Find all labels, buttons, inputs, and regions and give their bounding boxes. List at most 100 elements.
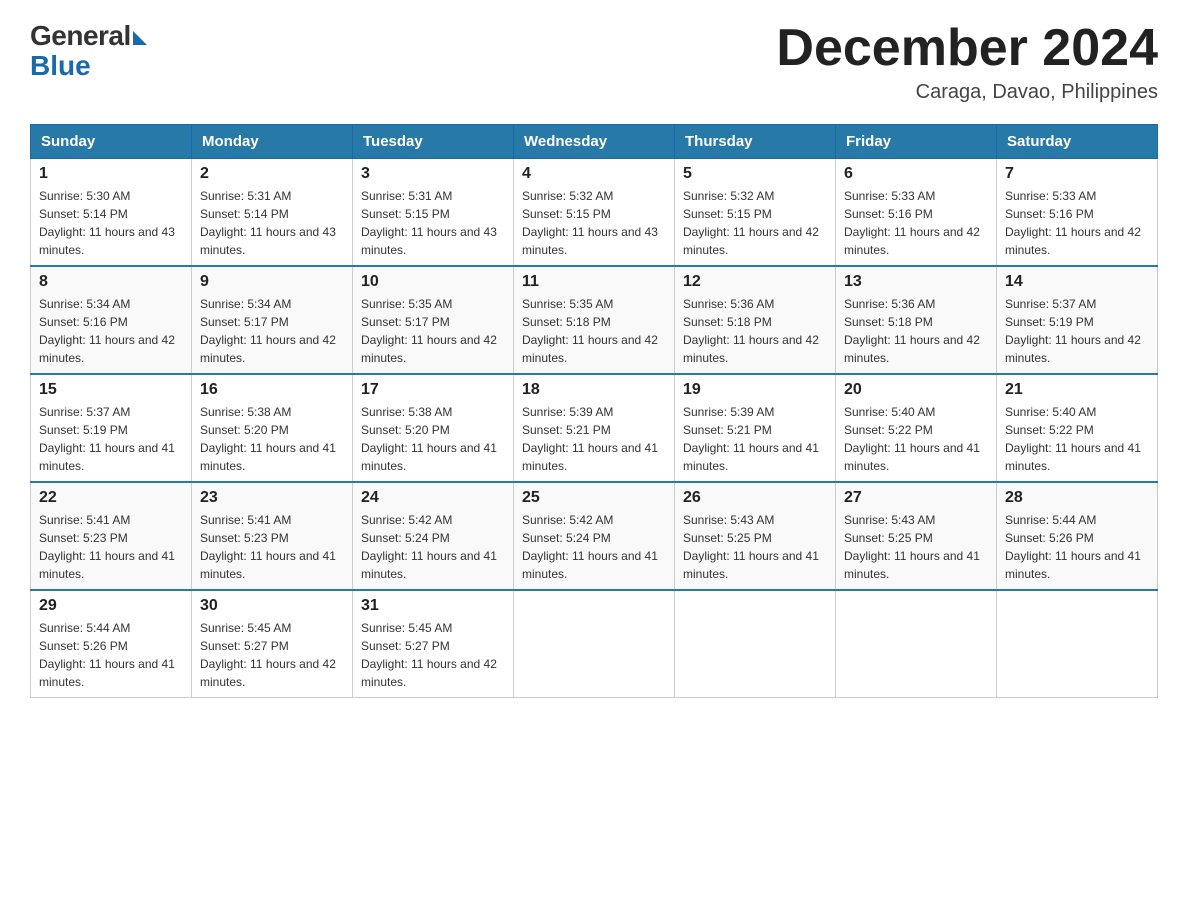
day-info: Sunrise: 5:37 AM Sunset: 5:19 PM Dayligh… [1005, 295, 1149, 367]
daylight-label: Daylight: 11 hours and 41 minutes. [1005, 441, 1141, 473]
day-number: 4 [522, 165, 666, 183]
day-number: 17 [361, 381, 505, 399]
table-row: 14 Sunrise: 5:37 AM Sunset: 5:19 PM Dayl… [997, 266, 1158, 374]
day-number: 14 [1005, 273, 1149, 291]
day-info: Sunrise: 5:31 AM Sunset: 5:15 PM Dayligh… [361, 187, 505, 259]
sunset-label: Sunset: 5:16 PM [1005, 207, 1094, 221]
table-row: 28 Sunrise: 5:44 AM Sunset: 5:26 PM Dayl… [997, 482, 1158, 590]
day-info: Sunrise: 5:33 AM Sunset: 5:16 PM Dayligh… [1005, 187, 1149, 259]
daylight-label: Daylight: 11 hours and 41 minutes. [39, 549, 175, 581]
table-row: 31 Sunrise: 5:45 AM Sunset: 5:27 PM Dayl… [353, 590, 514, 698]
day-number: 11 [522, 273, 666, 291]
sunset-label: Sunset: 5:25 PM [683, 531, 772, 545]
sunset-label: Sunset: 5:25 PM [844, 531, 933, 545]
sunrise-label: Sunrise: 5:45 AM [361, 621, 452, 635]
calendar-week-5: 29 Sunrise: 5:44 AM Sunset: 5:26 PM Dayl… [31, 590, 1158, 698]
daylight-label: Daylight: 11 hours and 43 minutes. [200, 225, 336, 257]
sunset-label: Sunset: 5:22 PM [1005, 423, 1094, 437]
daylight-label: Daylight: 11 hours and 43 minutes. [361, 225, 497, 257]
sunrise-label: Sunrise: 5:38 AM [361, 405, 452, 419]
table-row: 19 Sunrise: 5:39 AM Sunset: 5:21 PM Dayl… [675, 374, 836, 482]
sunset-label: Sunset: 5:21 PM [522, 423, 611, 437]
daylight-label: Daylight: 11 hours and 43 minutes. [522, 225, 658, 257]
location-subtitle: Caraga, Davao, Philippines [776, 81, 1158, 104]
day-info: Sunrise: 5:44 AM Sunset: 5:26 PM Dayligh… [1005, 511, 1149, 583]
sunrise-label: Sunrise: 5:43 AM [683, 513, 774, 527]
sunset-label: Sunset: 5:15 PM [683, 207, 772, 221]
day-number: 1 [39, 165, 183, 183]
sunrise-label: Sunrise: 5:40 AM [844, 405, 935, 419]
sunrise-label: Sunrise: 5:39 AM [683, 405, 774, 419]
sunrise-label: Sunrise: 5:34 AM [200, 297, 291, 311]
sunrise-label: Sunrise: 5:45 AM [200, 621, 291, 635]
day-number: 15 [39, 381, 183, 399]
sunrise-label: Sunrise: 5:32 AM [522, 189, 613, 203]
logo: General Blue [30, 20, 147, 82]
sunset-label: Sunset: 5:19 PM [1005, 315, 1094, 329]
sunset-label: Sunset: 5:23 PM [200, 531, 289, 545]
day-info: Sunrise: 5:32 AM Sunset: 5:15 PM Dayligh… [683, 187, 827, 259]
sunset-label: Sunset: 5:17 PM [200, 315, 289, 329]
day-info: Sunrise: 5:35 AM Sunset: 5:18 PM Dayligh… [522, 295, 666, 367]
sunrise-label: Sunrise: 5:42 AM [522, 513, 613, 527]
table-row: 2 Sunrise: 5:31 AM Sunset: 5:14 PM Dayli… [192, 159, 353, 267]
day-number: 22 [39, 489, 183, 507]
sunset-label: Sunset: 5:20 PM [361, 423, 450, 437]
header-tuesday: Tuesday [353, 125, 514, 159]
day-info: Sunrise: 5:36 AM Sunset: 5:18 PM Dayligh… [683, 295, 827, 367]
daylight-label: Daylight: 11 hours and 41 minutes. [39, 657, 175, 689]
sunrise-label: Sunrise: 5:32 AM [683, 189, 774, 203]
calendar-week-4: 22 Sunrise: 5:41 AM Sunset: 5:23 PM Dayl… [31, 482, 1158, 590]
header-friday: Friday [836, 125, 997, 159]
table-row: 23 Sunrise: 5:41 AM Sunset: 5:23 PM Dayl… [192, 482, 353, 590]
sunset-label: Sunset: 5:20 PM [200, 423, 289, 437]
daylight-label: Daylight: 11 hours and 42 minutes. [361, 333, 497, 365]
table-row: 3 Sunrise: 5:31 AM Sunset: 5:15 PM Dayli… [353, 159, 514, 267]
header-monday: Monday [192, 125, 353, 159]
day-info: Sunrise: 5:38 AM Sunset: 5:20 PM Dayligh… [200, 403, 344, 475]
day-info: Sunrise: 5:38 AM Sunset: 5:20 PM Dayligh… [361, 403, 505, 475]
logo-arrow-icon [133, 31, 147, 45]
daylight-label: Daylight: 11 hours and 42 minutes. [844, 225, 980, 257]
daylight-label: Daylight: 11 hours and 42 minutes. [522, 333, 658, 365]
day-info: Sunrise: 5:36 AM Sunset: 5:18 PM Dayligh… [844, 295, 988, 367]
day-info: Sunrise: 5:44 AM Sunset: 5:26 PM Dayligh… [39, 619, 183, 691]
day-number: 7 [1005, 165, 1149, 183]
table-row: 15 Sunrise: 5:37 AM Sunset: 5:19 PM Dayl… [31, 374, 192, 482]
sunrise-label: Sunrise: 5:36 AM [683, 297, 774, 311]
sunset-label: Sunset: 5:21 PM [683, 423, 772, 437]
title-section: December 2024 Caraga, Davao, Philippines [776, 20, 1158, 104]
daylight-label: Daylight: 11 hours and 42 minutes. [683, 333, 819, 365]
calendar-header-row: Sunday Monday Tuesday Wednesday Thursday… [31, 125, 1158, 159]
table-row: 5 Sunrise: 5:32 AM Sunset: 5:15 PM Dayli… [675, 159, 836, 267]
day-info: Sunrise: 5:35 AM Sunset: 5:17 PM Dayligh… [361, 295, 505, 367]
day-number: 10 [361, 273, 505, 291]
header-thursday: Thursday [675, 125, 836, 159]
sunrise-label: Sunrise: 5:40 AM [1005, 405, 1096, 419]
sunset-label: Sunset: 5:15 PM [522, 207, 611, 221]
sunset-label: Sunset: 5:16 PM [39, 315, 128, 329]
day-number: 28 [1005, 489, 1149, 507]
daylight-label: Daylight: 11 hours and 41 minutes. [200, 441, 336, 473]
sunrise-label: Sunrise: 5:35 AM [361, 297, 452, 311]
sunrise-label: Sunrise: 5:38 AM [200, 405, 291, 419]
day-info: Sunrise: 5:39 AM Sunset: 5:21 PM Dayligh… [522, 403, 666, 475]
day-number: 19 [683, 381, 827, 399]
sunset-label: Sunset: 5:15 PM [361, 207, 450, 221]
sunrise-label: Sunrise: 5:35 AM [522, 297, 613, 311]
daylight-label: Daylight: 11 hours and 41 minutes. [683, 549, 819, 581]
sunrise-label: Sunrise: 5:43 AM [844, 513, 935, 527]
sunrise-label: Sunrise: 5:33 AM [844, 189, 935, 203]
sunset-label: Sunset: 5:18 PM [683, 315, 772, 329]
sunset-label: Sunset: 5:24 PM [522, 531, 611, 545]
day-number: 30 [200, 597, 344, 615]
sunset-label: Sunset: 5:19 PM [39, 423, 128, 437]
day-info: Sunrise: 5:34 AM Sunset: 5:16 PM Dayligh… [39, 295, 183, 367]
logo-blue-text: Blue [30, 50, 91, 82]
table-row: 8 Sunrise: 5:34 AM Sunset: 5:16 PM Dayli… [31, 266, 192, 374]
table-row: 30 Sunrise: 5:45 AM Sunset: 5:27 PM Dayl… [192, 590, 353, 698]
table-row: 27 Sunrise: 5:43 AM Sunset: 5:25 PM Dayl… [836, 482, 997, 590]
table-row: 16 Sunrise: 5:38 AM Sunset: 5:20 PM Dayl… [192, 374, 353, 482]
sunset-label: Sunset: 5:26 PM [39, 639, 128, 653]
day-info: Sunrise: 5:42 AM Sunset: 5:24 PM Dayligh… [361, 511, 505, 583]
